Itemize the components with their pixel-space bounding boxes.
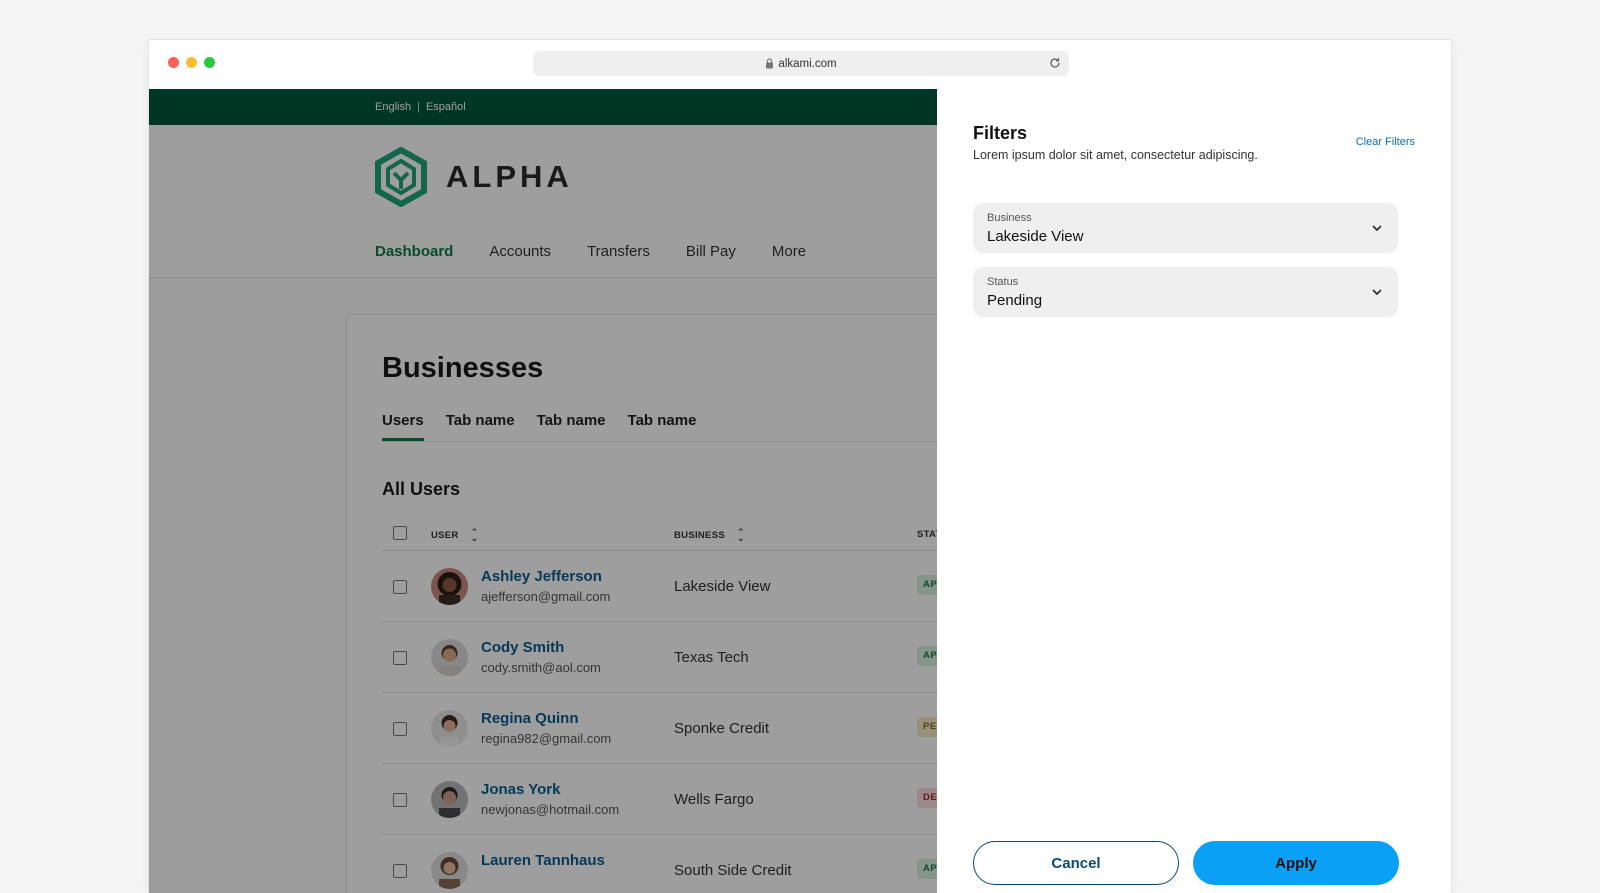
close-window-button[interactable] bbox=[168, 57, 179, 68]
apply-button[interactable]: Apply bbox=[1193, 841, 1399, 885]
minimize-window-button[interactable] bbox=[186, 57, 197, 68]
status-select-label: Status bbox=[987, 276, 1019, 288]
reload-icon[interactable] bbox=[1047, 55, 1063, 71]
banking-site: English | Español ALPHA Dashboard Accoun… bbox=[149, 89, 955, 893]
chevron-down-icon bbox=[1372, 289, 1382, 296]
cancel-button[interactable]: Cancel bbox=[973, 841, 1179, 885]
status-select[interactable]: Status Pending bbox=[973, 267, 1398, 317]
url-text: alkami.com bbox=[778, 57, 837, 70]
browser-window: alkami.com English | Español ALPHA Dashb… bbox=[148, 39, 1452, 893]
business-select-value: Lakeside View bbox=[987, 228, 1084, 245]
clear-filters-link[interactable]: Clear Filters bbox=[1356, 136, 1415, 148]
filters-panel: Filters Lorem ipsum dolor sit amet, cons… bbox=[937, 89, 1451, 893]
business-select-label: Business bbox=[987, 212, 1032, 224]
chevron-down-icon bbox=[1372, 225, 1382, 232]
address-bar[interactable]: alkami.com bbox=[533, 51, 1069, 76]
filters-description: Lorem ipsum dolor sit amet, consectetur … bbox=[973, 148, 1258, 162]
modal-backdrop[interactable] bbox=[149, 89, 955, 893]
lock-icon bbox=[766, 58, 774, 69]
status-select-value: Pending bbox=[987, 292, 1043, 309]
maximize-window-button[interactable] bbox=[204, 57, 215, 68]
business-select[interactable]: Business Lakeside View bbox=[973, 203, 1398, 253]
filters-title: Filters bbox=[973, 123, 1028, 143]
browser-chrome: alkami.com bbox=[149, 40, 1451, 89]
